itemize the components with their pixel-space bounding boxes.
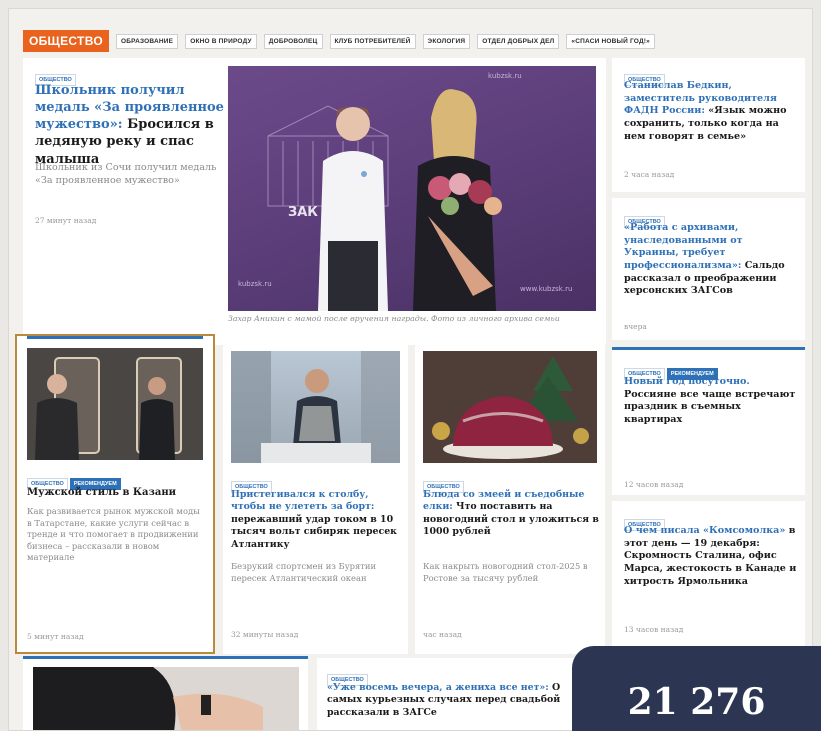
photo-watermark-left: kubzsk.ru (238, 280, 272, 288)
row2-article-2-headline[interactable]: Пристегивался к столбу, чтобы не улететь… (231, 489, 403, 551)
featured-time: 27 минут назад (35, 216, 97, 225)
row2-article-2[interactable]: ОБЩЕСТВО Пристегивался к столбу, чтобы н… (223, 343, 408, 654)
photo-watermark-bottom: www.kubzsk.ru (520, 285, 572, 293)
bottom-article-2[interactable]: ОБЩЕСТВО «Уже восемь вечера, а жениха вс… (317, 658, 605, 730)
bottom-article-1[interactable] (23, 656, 308, 730)
right-article-3-time: 12 часов назад (624, 480, 684, 489)
rubric-sub-good-deeds[interactable]: ОТДЕЛ ДОБРЫХ ДЕЛ (477, 33, 560, 49)
row2-article-3-headline[interactable]: Блюда со змеей и съедобные елки: Что пос… (423, 489, 599, 539)
rubric-sub-volunteer[interactable]: ДОБРОВОЛЕЦ (263, 33, 323, 49)
rubric-sub-ecology[interactable]: ЭКОЛОГИЯ (422, 33, 471, 49)
row2-article-1-lead: Как развивается рынок мужской моды в Тат… (27, 506, 200, 563)
row2-article-3-photo[interactable] (423, 351, 597, 463)
bottom-article-1-photo[interactable] (33, 667, 299, 730)
right-article-1-time: 2 часа назад (624, 170, 675, 179)
new-year-dish-illustration (423, 351, 597, 463)
wedding-hands-illustration (33, 667, 299, 730)
featured-article-card[interactable]: ОБЩЕСТВО Школьник получил медаль «За про… (23, 58, 606, 345)
right-article-3-headline[interactable]: Новый год посуточно. Россияне все чаще в… (624, 376, 796, 427)
rubric-sub-education[interactable]: ОБРАЗОВАНИЕ (116, 33, 179, 49)
right-article-2-headline[interactable]: «Работа с архивами, унаследованными от У… (624, 222, 796, 298)
right-article-4-headline[interactable]: О чем писала «Комсомолка» в этот день — … (624, 525, 798, 588)
photo-sign-text: ЗАК (288, 205, 318, 220)
right-article-3-headline-highlight: Новый год посуточно. (624, 376, 750, 387)
right-article-4-time: 13 часов назад (624, 625, 684, 634)
photo-watermark-top: kubzsk.ru (488, 72, 522, 80)
rubric-sub-save-new-year[interactable]: «СПАСИ НОВЫЙ ГОД!» (566, 33, 655, 49)
row2-article-3-time: час назад (423, 630, 462, 639)
right-article-2-headline-highlight: «Работа с архивами, унаследованными от У… (624, 222, 743, 271)
bottom-article-2-headline[interactable]: «Уже восемь вечера, а жениха все нет»: О… (327, 682, 597, 719)
featured-headline[interactable]: Школьник получил медаль «За проявленное … (35, 82, 225, 168)
rubric-sub-nature[interactable]: ОКНО В ПРИРОДУ (185, 33, 257, 49)
featured-lead: Школьник из Сочи получил медаль «За проя… (35, 162, 217, 187)
mens-style-illustration (27, 348, 203, 460)
featured-photo[interactable]: ЗАК kubzsk.ru kubzsk.ru www.kubzsk.ru (228, 66, 596, 311)
row2-article-2-headline-highlight: Пристегивался к столбу, чтобы не улететь… (231, 489, 375, 513)
bottom-article-2-headline-highlight: «Уже восемь вечера, а жениха все нет»: (327, 682, 549, 693)
featured-photo-illustration: ЗАК kubzsk.ru kubzsk.ru www.kubzsk.ru (238, 72, 572, 311)
row2-article-2-photo[interactable] (231, 351, 400, 463)
right-article-1[interactable]: ОБЩЕСТВО Станислав Бедкин, заместитель р… (612, 58, 805, 192)
right-article-2-time: вчера (624, 322, 647, 331)
row2-article-2-headline-rest: пережавший удар током в 10 тысяч вольт с… (231, 513, 397, 550)
right-article-3-headline-rest: Россияне все чаще встречают праздник в с… (624, 388, 796, 425)
right-article-1-headline[interactable]: Станислав Бедкин, заместитель руководите… (624, 80, 796, 143)
right-article-2[interactable]: ОБЩЕСТВО «Работа с архивами, унаследован… (612, 198, 805, 340)
row2-article-3[interactable]: ОБЩЕСТВО Блюда со змеей и съедобные елки… (415, 343, 605, 654)
right-article-4[interactable]: ОБЩЕСТВО О чем писала «Комсомолка» в это… (612, 501, 805, 647)
news-section-frame: ОБЩЕСТВО ОБРАЗОВАНИЕ ОКНО В ПРИРОДУ ДОБР… (8, 8, 813, 731)
row2-article-1-topline (27, 336, 203, 339)
row2-article-2-time: 32 минуты назад (231, 630, 299, 639)
row2-article-1-time: 5 минут назад (27, 632, 84, 641)
row2-article-1[interactable]: ОБЩЕСТВО РЕКОМЕНДУЕМ Мужской стиль в Каза… (15, 334, 215, 654)
sportsman-boat-illustration (231, 351, 400, 463)
right-article-4-headline-highlight: О чем писала «Комсомолка» (624, 525, 786, 536)
view-counter-badge: 21 276 (572, 646, 821, 731)
right-article-3[interactable]: ОБЩЕСТВО РЕКОМЕНДУЕМ Новый год посуточно.… (612, 347, 805, 495)
featured-photo-caption: Захар Аникин с мамой после вручения нагр… (228, 314, 560, 323)
row2-article-2-lead: Безрукий спортсмен из Бурятии пересек Ат… (231, 561, 377, 583)
rubric-bar: ОБЩЕСТВО ОБРАЗОВАНИЕ ОКНО В ПРИРОДУ ДОБР… (23, 30, 655, 52)
row2-article-1-photo[interactable] (27, 348, 203, 460)
rubric-main-link[interactable]: ОБЩЕСТВО (23, 30, 109, 52)
row2-article-1-headline[interactable]: Мужской стиль в Казани (27, 486, 207, 499)
rubric-sub-consumer[interactable]: КЛУБ ПОТРЕБИТЕЛЕЙ (329, 33, 416, 49)
row2-article-3-lead: Как накрыть новогодний стол-2025 в Росто… (423, 561, 588, 583)
